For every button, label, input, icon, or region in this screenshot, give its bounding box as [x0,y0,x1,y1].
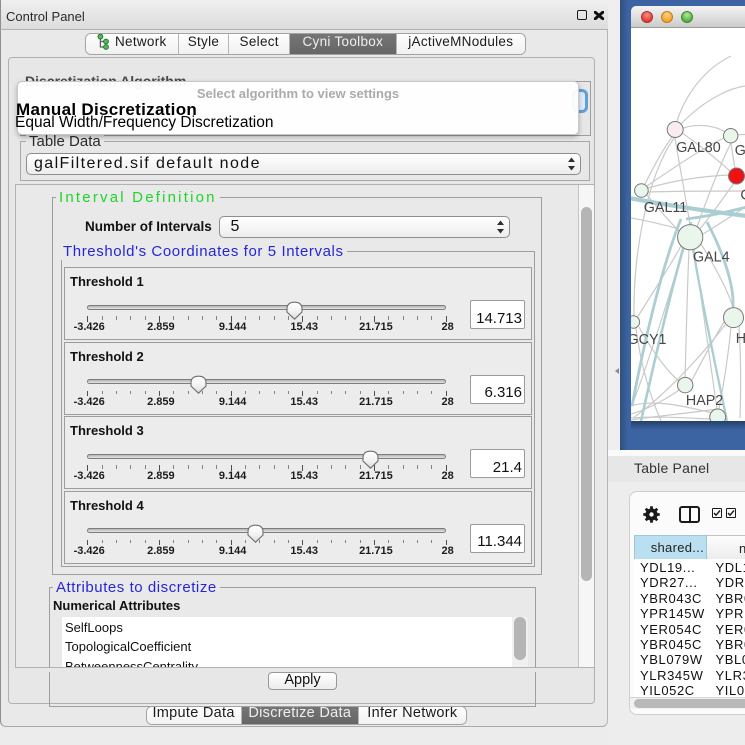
svg-text:GAL11: GAL11 [644,200,687,216]
svg-text:GA: GA [735,143,745,159]
svg-text:HAP2: HAP2 [686,393,723,409]
svg-text:GAL4: GAL4 [693,250,730,266]
svg-text:GAL80: GAL80 [676,140,721,156]
svg-text:C: C [740,188,745,204]
svg-text:H: H [736,331,745,347]
svg-text:GCY1: GCY1 [631,332,666,348]
